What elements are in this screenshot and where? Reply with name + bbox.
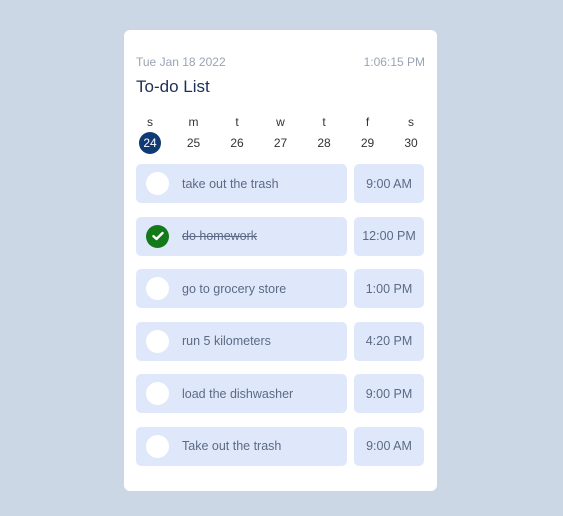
day-name: w — [276, 115, 285, 129]
day-3[interactable]: w 27 — [267, 114, 295, 154]
task-row: load the dishwasher 9:00 PM — [136, 374, 424, 413]
day-0[interactable]: s 24 — [136, 114, 164, 154]
checkbox-empty-icon[interactable] — [146, 277, 169, 300]
day-number[interactable]: 30 — [400, 132, 422, 154]
task-label: load the dishwasher — [182, 386, 294, 401]
task-label: do homework — [182, 229, 258, 243]
checkbox-empty-icon[interactable] — [146, 434, 169, 458]
task-item[interactable]: take out the trash — [136, 164, 347, 203]
checkbox-empty-icon[interactable] — [146, 329, 169, 353]
task-label: run 5 kilometers — [182, 334, 271, 348]
task-label: go to grocery store — [182, 281, 287, 296]
task-label: take out the trash — [182, 176, 279, 191]
day-name: t — [235, 115, 239, 129]
task-item[interactable]: go to grocery store — [136, 269, 347, 308]
task-row: do homework 12:00 PM — [136, 216, 424, 256]
day-1[interactable]: m 25 — [180, 114, 208, 154]
day-2[interactable]: t 26 — [223, 114, 251, 154]
task-row: take out the trash 9:00 AM — [136, 164, 424, 203]
day-number[interactable]: 28 — [313, 132, 335, 154]
task-row: go to grocery store 1:00 PM — [136, 269, 424, 308]
task-time[interactable]: 9:00 AM — [354, 426, 424, 466]
current-time: 1:06:15 PM — [363, 55, 425, 69]
todo-card: Tue Jan 18 2022 1:06:15 PM To-do List s 2… — [124, 30, 437, 491]
task-time[interactable]: 9:00 PM — [354, 374, 424, 413]
day-name: s — [408, 115, 414, 129]
day-number[interactable]: 29 — [357, 132, 379, 154]
task-time[interactable]: 1:00 PM — [354, 269, 424, 308]
header-info: Tue Jan 18 2022 1:06:15 PM — [136, 55, 425, 69]
day-number[interactable]: 27 — [270, 132, 292, 154]
current-date: Tue Jan 18 2022 — [136, 55, 226, 69]
checkbox-empty-icon[interactable] — [146, 172, 169, 195]
task-row: Take out the trash 9:00 AM — [136, 426, 424, 466]
checkbox-empty-icon[interactable] — [146, 382, 169, 405]
task-time[interactable]: 4:20 PM — [354, 321, 424, 361]
day-4[interactable]: t 28 — [310, 114, 338, 154]
task-item[interactable]: load the dishwasher — [136, 374, 347, 413]
task-item[interactable]: Take out the trash — [136, 426, 347, 466]
week-strip: s 24 m 25 t 26 w 27 t 28 f 29 s 30 — [136, 114, 425, 154]
day-number-selected[interactable]: 24 — [139, 132, 161, 154]
task-item[interactable]: do homework — [136, 216, 347, 256]
day-name: m — [188, 115, 199, 129]
task-time[interactable]: 9:00 AM — [354, 164, 424, 203]
task-row: run 5 kilometers 4:20 PM — [136, 321, 424, 361]
day-number[interactable]: 25 — [183, 132, 205, 154]
day-name: s — [147, 115, 153, 129]
day-name: f — [365, 115, 370, 129]
checkmark-icon[interactable] — [146, 224, 169, 248]
task-label: Take out the trash — [182, 439, 282, 453]
day-number[interactable]: 26 — [226, 132, 248, 154]
day-5[interactable]: f 29 — [354, 114, 382, 154]
task-list: take out the trash 9:00 AM do homework 1… — [136, 164, 424, 479]
day-6[interactable]: s 30 — [397, 114, 425, 154]
page-title: To-do List — [136, 77, 210, 96]
task-item[interactable]: run 5 kilometers — [136, 321, 347, 361]
day-name: t — [322, 115, 326, 129]
task-time[interactable]: 12:00 PM — [354, 216, 424, 256]
